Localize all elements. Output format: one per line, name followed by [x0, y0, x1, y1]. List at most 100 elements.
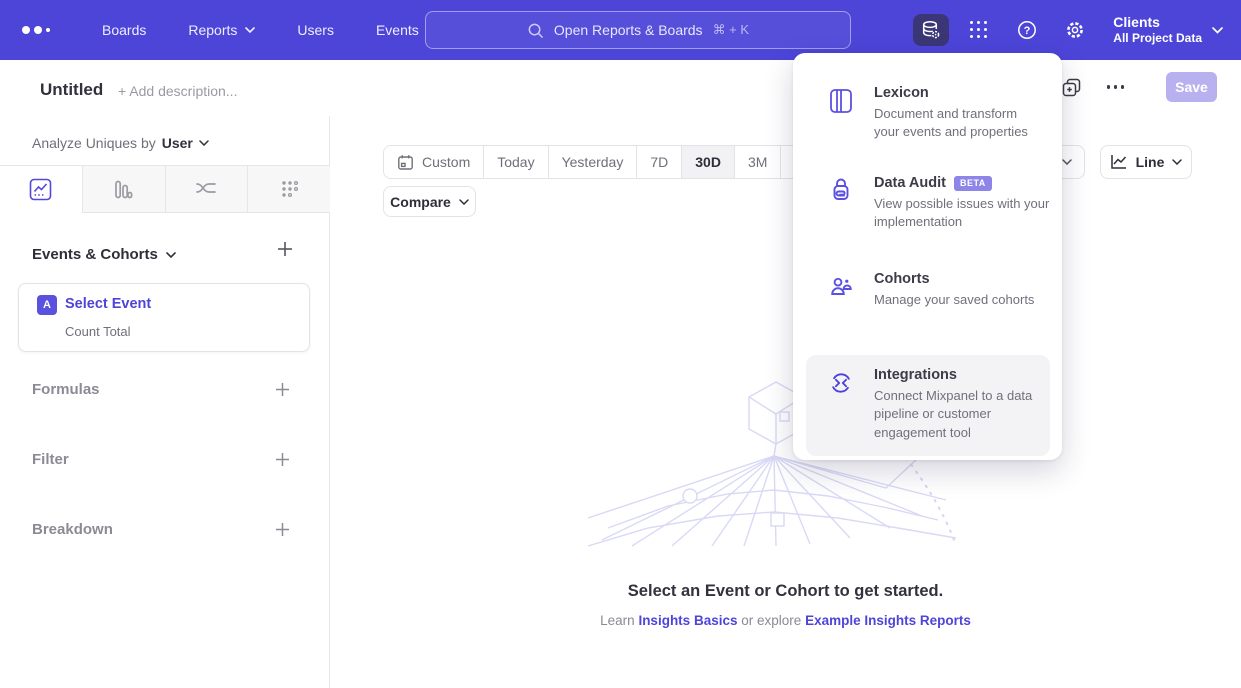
data-audit-icon [829, 178, 853, 204]
menu-item-title: Lexicon [874, 85, 929, 101]
range-label: 30D [695, 154, 721, 170]
range-yesterday-button[interactable]: Yesterday [549, 146, 638, 178]
formulas-section: Formulas [32, 378, 298, 400]
tab-metric-grid[interactable] [247, 166, 330, 213]
range-label: Today [497, 154, 534, 170]
date-range-group: Custom Today Yesterday 7D 30D 3M 6M [383, 145, 828, 179]
example-reports-link[interactable]: Example Insights Reports [805, 613, 971, 628]
nav-item-events[interactable]: Events [376, 22, 419, 38]
more-options-icon[interactable] [1107, 85, 1125, 89]
help-button[interactable]: ? [1009, 14, 1045, 46]
range-7d-button[interactable]: 7D [637, 146, 682, 178]
analyze-row: Analyze Uniques by User [32, 135, 209, 151]
add-description-field[interactable]: + Add description... [118, 83, 237, 99]
menu-item-cohorts[interactable]: Cohorts Manage your saved cohorts [793, 271, 1062, 309]
nav-item-boards[interactable]: Boards [102, 22, 146, 38]
nav-item-label: Events [376, 22, 419, 38]
navbar-right: ? Clients All Project Data [913, 0, 1223, 60]
report-title[interactable]: Untitled [40, 80, 103, 100]
add-event-button[interactable] [277, 241, 293, 257]
top-navbar: Boards Reports Users Events Open Reports… [0, 0, 1241, 60]
analyze-label: Analyze Uniques by [32, 135, 156, 151]
project-switcher[interactable]: Clients All Project Data [1113, 14, 1223, 47]
query-sidebar: Analyze Uniques by User [0, 116, 330, 688]
lexicon-icon [829, 88, 853, 114]
project-name: All Project Data [1113, 31, 1202, 46]
line-chart-icon [29, 178, 52, 201]
empty-state-title: Select an Event or Cohort to get started… [330, 582, 1241, 601]
grid-dots-icon [970, 21, 989, 40]
range-3m-button[interactable]: 3M [735, 146, 781, 178]
insights-basics-link[interactable]: Insights Basics [638, 613, 737, 628]
select-event-label[interactable]: Select Event [65, 296, 151, 312]
beta-badge: BETA [954, 176, 992, 191]
apps-grid-button[interactable] [961, 14, 997, 46]
range-today-button[interactable]: Today [484, 146, 548, 178]
learn-text: Learn [600, 613, 635, 628]
settings-button[interactable] [1057, 14, 1093, 46]
range-label: Custom [422, 154, 470, 170]
metric-grid-icon [278, 178, 301, 201]
menu-item-integrations[interactable]: Integrations Connect Mixpanel to a data … [806, 355, 1050, 456]
breakdown-label: Breakdown [32, 521, 113, 538]
menu-item-description: Document and transform your events and p… [874, 105, 1034, 142]
range-30d-button[interactable]: 30D [682, 146, 735, 178]
global-search-input[interactable]: Open Reports & Boards ⌘ + K [425, 11, 851, 49]
event-aggregation-label[interactable]: Count Total [65, 324, 131, 339]
event-series-badge: A [37, 295, 57, 315]
compare-dropdown[interactable]: Compare [383, 186, 476, 217]
filter-label: Filter [32, 451, 69, 468]
menu-item-data-audit[interactable]: Data Audit BETA View possible issues wit… [793, 175, 1062, 232]
chevron-down-icon [459, 199, 469, 205]
search-placeholder: Open Reports & Boards [554, 22, 703, 38]
breakdown-section: Breakdown [32, 518, 298, 540]
nav-item-label: Boards [102, 22, 146, 38]
menu-item-description: Manage your saved cohorts [874, 291, 1034, 309]
tab-bar-chart[interactable] [82, 166, 165, 213]
analyze-unit-dropdown[interactable]: User [162, 135, 209, 151]
duplicate-icon[interactable] [1062, 78, 1081, 97]
plus-icon [275, 452, 290, 467]
search-shortcut: ⌘ + K [713, 22, 750, 38]
add-breakdown-button[interactable] [275, 522, 290, 537]
data-management-button[interactable] [913, 14, 949, 46]
menu-item-lexicon[interactable]: Lexicon Document and transform your even… [793, 85, 1062, 142]
add-formula-button[interactable] [275, 382, 290, 397]
menu-item-title: Data Audit [874, 175, 946, 191]
chevron-down-icon [166, 252, 176, 258]
mixpanel-logo-icon[interactable] [22, 26, 58, 34]
plus-icon [275, 522, 290, 537]
calendar-icon [397, 154, 414, 171]
line-chart-icon [1110, 154, 1128, 170]
event-card[interactable]: A Select Event Count Total [18, 283, 310, 352]
range-label: 7D [650, 154, 668, 170]
cohorts-icon [829, 274, 853, 298]
question-circle-icon: ? [1016, 19, 1038, 41]
nav-links: Boards Reports Users Events [102, 22, 419, 38]
range-custom-button[interactable]: Custom [384, 146, 484, 178]
menu-item-description: View possible issues with your implement… [874, 195, 1062, 232]
chevron-down-icon [199, 140, 209, 146]
plus-icon [277, 241, 293, 257]
svg-text:?: ? [1024, 25, 1031, 37]
nav-item-label: Reports [188, 22, 237, 38]
chevron-down-icon [245, 27, 255, 33]
search-icon [527, 22, 544, 39]
chevron-down-icon [1062, 159, 1072, 165]
tab-flow-chart[interactable] [165, 166, 248, 213]
nav-item-label: Users [297, 22, 334, 38]
nav-item-users[interactable]: Users [297, 22, 334, 38]
bar-chart-icon [112, 178, 135, 201]
events-cohorts-header[interactable]: Events & Cohorts [32, 246, 176, 263]
org-name: Clients [1113, 14, 1202, 32]
add-filter-button[interactable] [275, 452, 290, 467]
chevron-down-icon [1212, 27, 1223, 34]
save-button[interactable]: Save [1166, 72, 1217, 102]
menu-item-title: Integrations [874, 367, 957, 383]
nav-item-reports[interactable]: Reports [188, 22, 255, 38]
formulas-label: Formulas [32, 381, 100, 398]
chart-style-dropdown[interactable]: Line [1100, 145, 1192, 179]
range-label: Yesterday [562, 154, 624, 170]
tab-line-chart[interactable] [0, 166, 82, 213]
compare-label: Compare [390, 194, 451, 210]
